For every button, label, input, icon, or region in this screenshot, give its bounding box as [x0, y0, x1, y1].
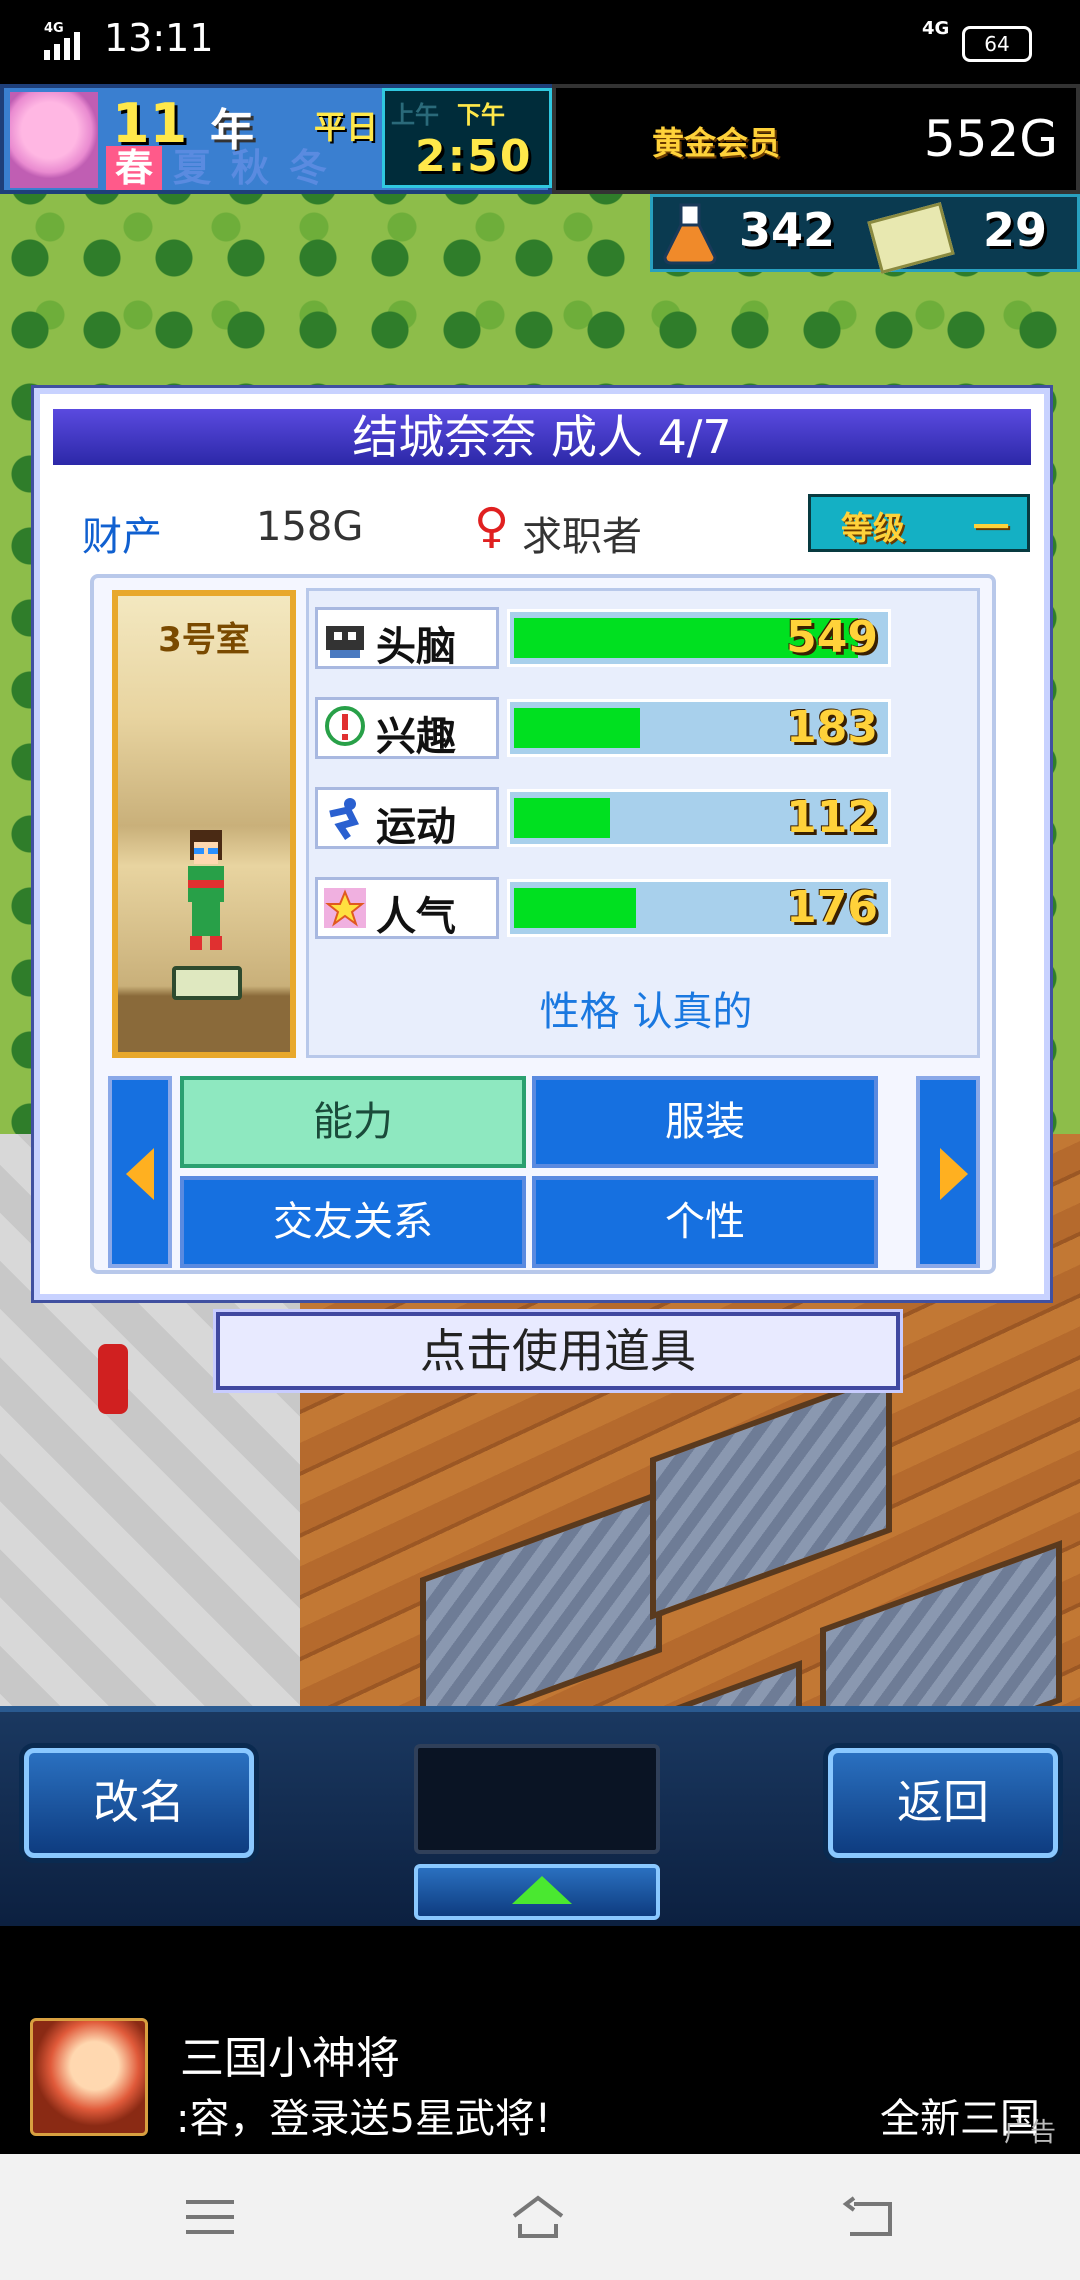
membership-label: 黄金会员: [652, 124, 781, 162]
character-sprite: [188, 830, 224, 950]
day-type: 平日: [314, 108, 379, 146]
menu-icon[interactable]: [180, 2194, 240, 2240]
stat-label-box: 兴趣: [315, 697, 499, 760]
resource-panel: 342 29: [650, 194, 1080, 274]
rank-label: 等级: [841, 509, 906, 547]
stat-label-box: 人气: [315, 877, 499, 940]
tab-relationships[interactable]: 交友关系: [180, 1176, 526, 1268]
dialog-title: 结城奈奈 成人 4/7: [50, 406, 1034, 468]
fire-extinguisher: [98, 1344, 128, 1414]
stat-value: 549: [786, 612, 878, 663]
stat-bar: 176: [507, 879, 891, 937]
rank-value: 一: [973, 508, 1010, 549]
personality-text: 性格 认真的: [539, 989, 753, 1035]
stat-bar: 549: [507, 609, 891, 667]
stat-name: 头脑: [376, 624, 456, 670]
home-icon[interactable]: [508, 2194, 568, 2240]
stat-sports: 运动 112: [315, 787, 975, 850]
svg-text:4G: 4G: [44, 21, 64, 36]
clock-time: 2:50: [415, 131, 533, 182]
ad-tag: 广告: [1004, 2118, 1057, 2148]
panel-screen: [414, 1744, 660, 1854]
stat-bar-fill: [514, 708, 640, 748]
stat-brain: 头脑 549: [315, 607, 975, 670]
status-time: 13:11: [104, 16, 214, 60]
am-label: 上午: [391, 101, 439, 129]
expand-menu-button[interactable]: [414, 1864, 660, 1920]
next-page-button[interactable]: [916, 1076, 980, 1268]
popularity-icon: [324, 888, 366, 928]
season-spring: 春: [106, 146, 162, 190]
stat-bar: 183: [507, 699, 891, 757]
brain-icon: [326, 626, 364, 658]
ad-banner[interactable]: 三国小神将 :容，登录送5星武将! 全新三国 广告: [0, 1926, 1080, 2154]
ticket-count: 29: [983, 203, 1048, 257]
room-card[interactable]: 3号室: [112, 590, 296, 1058]
flask-icon: [663, 203, 717, 265]
game-avatar-icon[interactable]: [30, 2018, 148, 2136]
stats-panel: 头脑 549 兴趣 183 运动 112 人气 176 性格 认真的: [306, 588, 980, 1058]
wealth-label: 财产: [82, 514, 162, 560]
back-button[interactable]: 返回: [828, 1748, 1058, 1858]
sakura-icon: [10, 92, 98, 188]
job-status: 求职者: [522, 514, 642, 560]
season-winter: 冬: [288, 146, 327, 190]
arrow-left-icon: [126, 1148, 154, 1200]
stat-name: 运动: [376, 804, 456, 850]
rename-button[interactable]: 改名: [24, 1748, 254, 1858]
female-icon: ♀: [474, 498, 510, 554]
arrow-right-icon: [940, 1148, 968, 1200]
stat-bar: 112: [507, 789, 891, 847]
tab-clothing[interactable]: 服装: [532, 1076, 878, 1168]
stat-name: 兴趣: [376, 714, 456, 760]
back-nav-icon[interactable]: [840, 2194, 900, 2240]
arrow-up-icon: [512, 1876, 572, 1904]
stat-name: 人气: [376, 894, 456, 940]
ticket-icon: [867, 202, 955, 274]
tab-ability[interactable]: 能力: [180, 1076, 526, 1168]
stat-interest: 兴趣 183: [315, 697, 975, 760]
tab-personality[interactable]: 个性: [532, 1176, 878, 1268]
sports-icon: [329, 798, 360, 840]
stat-popularity: 人气 176: [315, 877, 975, 940]
stat-bar-fill: [514, 888, 636, 928]
network-label: 4G: [922, 18, 950, 39]
navigation-bar: [0, 2154, 1080, 2280]
ad-text[interactable]: :容，登录送5星武将!: [176, 2086, 551, 2144]
stat-value: 176: [786, 882, 878, 933]
room-name: 3号室: [158, 620, 250, 660]
season-summer: 夏: [172, 146, 211, 190]
clock-panel: 上午 下午 2:50: [382, 88, 552, 188]
ad-title[interactable]: 三国小神将: [180, 2022, 400, 2086]
stat-label-box: 头脑: [315, 607, 499, 670]
money-panel: 黄金会员 552G: [552, 84, 1080, 194]
prev-page-button[interactable]: [108, 1076, 172, 1268]
control-panel: 改名 返回: [0, 1706, 1080, 1926]
season-autumn: 秋: [230, 146, 269, 190]
energy-battery-icon: [172, 966, 242, 1000]
use-item-button[interactable]: 点击使用道具: [216, 1312, 900, 1390]
battery-icon: 64: [962, 26, 1032, 62]
stat-value: 183: [786, 702, 878, 753]
character-dialog: 结城奈奈 成人 4/7 财产 158G ♀ 求职者 等级 一 3号室 头脑 54…: [34, 388, 1050, 1300]
status-bar: 4G 13:11 4G 64: [0, 0, 1080, 84]
research-points: 342: [739, 203, 836, 257]
rank-badge: 等级 一: [808, 494, 1030, 552]
pm-label: 下午: [457, 101, 505, 129]
wealth-value: 158G: [256, 504, 364, 550]
stat-label-box: 运动: [315, 787, 499, 850]
signal-icon: 4G: [44, 21, 80, 60]
stat-bar-fill: [514, 798, 610, 838]
stat-value: 112: [786, 792, 878, 843]
gold-amount: 552G: [923, 110, 1058, 168]
interest-icon: [325, 706, 365, 746]
character-details: 3号室 头脑 549 兴趣 183 运动 112 人气 176 性格 认真的 能…: [90, 574, 996, 1274]
